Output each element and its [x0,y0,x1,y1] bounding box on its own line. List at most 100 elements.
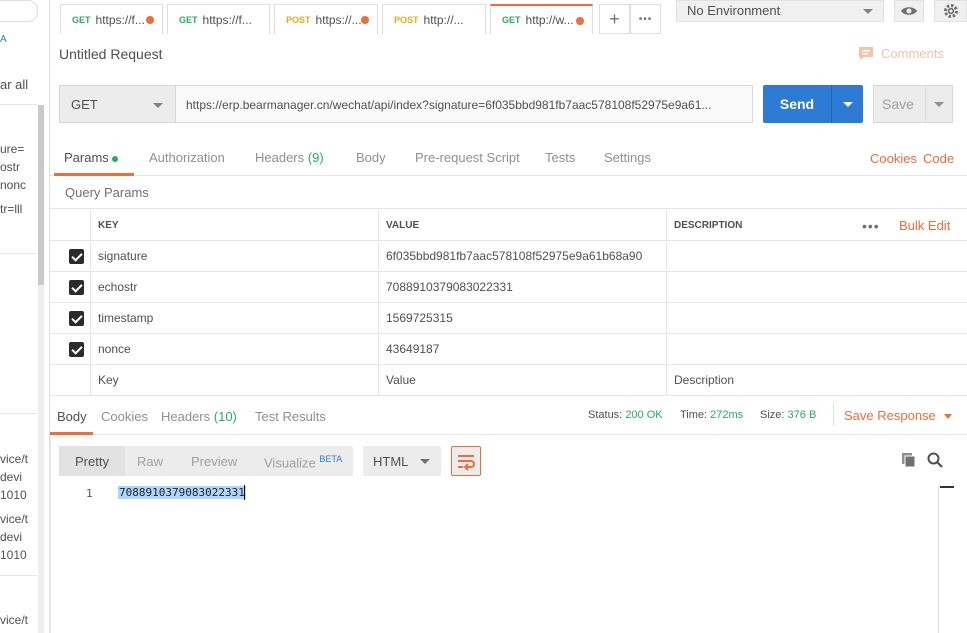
param-description[interactable] [666,303,967,333]
request-tab[interactable]: GET https://f... [167,4,270,34]
request-tab[interactable]: POST https://... [274,4,378,34]
format-select[interactable]: HTML [363,446,441,476]
new-param-key-input[interactable]: Key [90,365,378,395]
tab-response-headers[interactable]: Headers (10) [161,409,237,424]
save-response-button[interactable]: Save Response [844,408,952,423]
param-enabled-checkbox[interactable] [69,249,84,264]
comment-icon [859,47,873,60]
new-param-value-input[interactable]: Value [378,365,666,395]
method-select[interactable]: GET [59,85,176,123]
param-value[interactable]: 43649187 [378,334,666,364]
scrollbar-thumb[interactable] [940,486,954,488]
param-enabled-checkbox[interactable] [69,311,84,326]
tab-method: GET [502,15,521,25]
tab-url: https://f... [95,12,145,27]
chevron-down-icon[interactable] [843,102,853,107]
view-pretty-button[interactable]: Pretty [59,446,125,476]
request-tab[interactable]: GET https://f... [60,4,163,34]
history-item-text[interactable]: ostr [0,160,20,174]
tab-authorization[interactable]: Authorization [149,150,225,165]
param-value[interactable]: 1569725315 [378,303,666,333]
tab-body[interactable]: Body [356,150,386,165]
code-link[interactable]: Code [923,151,954,166]
history-item-text[interactable]: vice/t [0,452,28,466]
divider [50,395,967,396]
copy-icon[interactable] [900,451,918,469]
view-preview-button[interactable]: Preview [191,446,237,476]
param-value[interactable]: 7088910379083022331 [378,272,666,302]
table-row-new: Key Value Description [50,364,967,395]
history-item-text[interactable]: devi [0,470,22,484]
environment-quick-look-button[interactable] [894,0,924,22]
response-code-line[interactable]: 7088910379083022331 [118,486,246,499]
clear-all-link[interactable]: ar all [0,77,28,92]
eye-icon [901,7,917,15]
history-item-text[interactable]: ure= [0,142,24,156]
history-item-text[interactable]: devi [0,530,22,544]
param-key[interactable]: nonce [90,334,378,364]
divider [0,253,37,254]
history-item-text[interactable]: vice/t [0,512,28,526]
save-button[interactable]: Save [873,85,953,123]
environment-select[interactable]: No Environment [676,0,884,22]
request-tab-active[interactable]: GET http://w... [490,4,593,34]
more-options-icon[interactable]: ••• [862,218,880,234]
settings-button[interactable] [934,0,967,22]
history-item-text[interactable]: tr=lll [0,202,22,216]
response-scrollbar[interactable] [938,486,954,633]
tab-headers[interactable]: Headers (9) [255,150,324,165]
view-raw-button[interactable]: Raw [137,446,163,476]
param-key[interactable]: signature [90,241,378,271]
query-params-title: Query Params [65,185,149,200]
tab-method: GET [72,14,91,25]
tab-method: POST [286,14,311,25]
send-button[interactable]: Send [763,85,863,123]
sidebar-scrollbar-thumb[interactable] [38,105,44,285]
tab-settings[interactable]: Settings [604,150,651,165]
wrap-lines-button[interactable] [451,446,481,476]
chevron-down-icon[interactable] [934,102,944,107]
param-description[interactable] [666,241,967,271]
param-enabled-checkbox[interactable] [69,280,84,295]
history-item-text[interactable]: 1010 [0,488,27,502]
history-item-text[interactable]: nonc [0,178,26,192]
column-header-key: KEY [90,209,378,240]
param-enabled-checkbox[interactable] [69,342,84,357]
url-input[interactable]: https://erp.bearmanager.cn/wechat/api/in… [175,85,753,123]
new-tab-button[interactable]: + [599,4,630,34]
request-title[interactable]: Untitled Request [59,46,163,62]
more-tabs-button[interactable]: ••• [630,4,661,34]
unsaved-dot-icon [361,16,369,24]
gear-icon [943,4,958,18]
sidebar-link[interactable]: A [0,34,7,45]
search-icon[interactable] [926,451,944,469]
divider [0,575,37,576]
tab-prerequest-script[interactable]: Pre-request Script [415,150,520,165]
bulk-edit-link[interactable]: Bulk Edit [899,218,950,233]
sidebar-search-input[interactable] [0,0,38,22]
param-key[interactable]: echostr [90,272,378,302]
tab-test-results[interactable]: Test Results [255,409,326,424]
param-description[interactable] [666,334,967,364]
response-section-tabs: Body Cookies Headers (10) Test Results [50,399,967,435]
comments-button[interactable]: Comments [858,46,944,61]
active-tab-indicator [54,173,134,176]
format-value: HTML [373,454,409,469]
tab-tests[interactable]: Tests [545,150,575,165]
new-param-description-input[interactable]: Description [666,365,967,395]
active-tab-indicator [50,432,93,435]
cookies-link[interactable]: Cookies [870,151,917,166]
tab-response-body[interactable]: Body [57,409,87,424]
view-visualize-button[interactable]: Visualize BETA [264,446,342,476]
request-tab[interactable]: POST http://... [382,4,486,34]
param-key[interactable]: timestamp [90,303,378,333]
param-description[interactable] [666,272,967,302]
tab-url: http://... [423,12,464,27]
history-item-text[interactable]: 1010 [0,548,27,562]
table-row: signature 6f035bbd981fb7aac578108f52975e… [50,240,967,271]
tab-response-cookies[interactable]: Cookies [101,409,148,424]
param-value[interactable]: 6f035bbd981fb7aac578108f52975e9a61b68a90 [378,241,666,271]
response-status: Status: 200 OK [588,409,663,421]
history-item-text[interactable]: vice/t [0,613,28,627]
tab-params[interactable]: Params [64,150,118,165]
